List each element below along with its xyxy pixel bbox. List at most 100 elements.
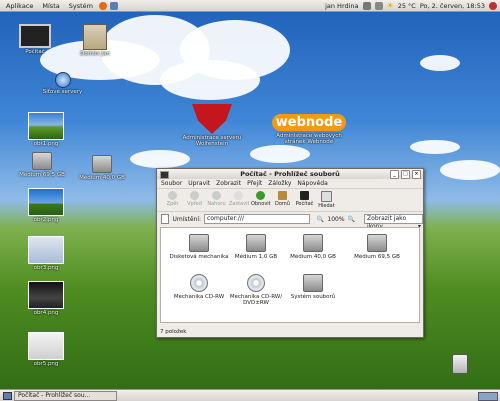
desktop-icon-drive[interactable]: Médium 40,0 GB bbox=[72, 155, 132, 181]
cloud-shape bbox=[410, 140, 460, 154]
desktop-icon-network[interactable]: Síťové servery bbox=[40, 72, 85, 95]
desktop-icon-label: obr5.png bbox=[33, 361, 59, 367]
file-item[interactable]: Systém souborů bbox=[283, 274, 343, 300]
window-title: Počítač - Prohlížeč souborů bbox=[240, 170, 340, 178]
menu-go[interactable]: Přejít bbox=[247, 180, 262, 187]
temperature[interactable]: 25 °C bbox=[398, 2, 416, 10]
image-thumbnail-icon bbox=[28, 112, 64, 140]
top-panel: Aplikace Místa Systém jan Hrdina ☀ 25 °C… bbox=[0, 0, 500, 12]
wolfenstein-logo-icon bbox=[192, 104, 232, 134]
desktop-icon-webnode[interactable]: webnode Administrace webových stránek We… bbox=[270, 114, 348, 145]
desktop-icon-file[interactable]: obr5.png bbox=[22, 332, 70, 367]
back-button[interactable]: Zpět bbox=[163, 189, 182, 207]
desktop-icon-label: obr4.png bbox=[33, 310, 59, 316]
file-item[interactable]: Médium 69,5 GB bbox=[347, 234, 407, 260]
file-item[interactable]: Médium 40,0 GB bbox=[283, 234, 343, 260]
cloud-shape bbox=[250, 145, 310, 163]
file-item[interactable]: Mechanika CD-RW/ DVD±RW bbox=[226, 274, 286, 306]
desktop-icon-file[interactable]: obr2.png bbox=[22, 188, 70, 223]
menu-edit[interactable]: Upravit bbox=[188, 180, 210, 187]
image-thumbnail-icon bbox=[28, 332, 64, 360]
desktop-icon-wolfenstein[interactable]: Administrace serveru Wolfenstein bbox=[180, 104, 244, 147]
desktop-icon-file[interactable]: obr1.png bbox=[22, 112, 70, 147]
hard-drive-icon bbox=[303, 234, 323, 252]
desktop-icon-label: obr2.png bbox=[33, 217, 59, 223]
location-input[interactable]: computer:/// bbox=[204, 214, 310, 224]
stop-button[interactable]: Zastavit bbox=[229, 189, 250, 207]
zoom-out-icon[interactable]: 🔍 bbox=[317, 216, 324, 223]
arrow-right-icon bbox=[190, 191, 199, 200]
desktop-icon-file[interactable]: obr3.png bbox=[22, 236, 70, 271]
status-bar: 7 položek bbox=[160, 329, 187, 335]
menu-system[interactable]: Systém bbox=[66, 2, 96, 10]
desktop-icon-computer[interactable]: Počítač bbox=[15, 24, 55, 55]
weather-sun-icon[interactable]: ☀ bbox=[387, 1, 394, 10]
location-toggle-icon[interactable] bbox=[161, 214, 170, 224]
menu-file[interactable]: Soubor bbox=[161, 180, 182, 187]
toolbar: Zpět Vpřed Nahoru Zastavit Obnovit Domů … bbox=[157, 188, 423, 212]
menu-bookmarks[interactable]: Záložky bbox=[268, 180, 291, 187]
menu-applications[interactable]: Aplikace bbox=[3, 2, 36, 10]
reload-button[interactable]: Obnovit bbox=[251, 189, 271, 207]
close-icon[interactable]: × bbox=[412, 170, 421, 179]
home-button[interactable]: Domů bbox=[273, 189, 292, 207]
menubar: Soubor Upravit Zobrazit Přejít Záložky N… bbox=[157, 179, 423, 188]
image-thumbnail-icon bbox=[28, 281, 64, 309]
hard-drive-icon bbox=[367, 234, 387, 252]
cd-drive-icon bbox=[190, 274, 208, 292]
search-icon bbox=[321, 191, 332, 202]
dvd-drive-icon bbox=[247, 274, 265, 292]
user-name[interactable]: jan Hrdina bbox=[325, 2, 358, 10]
desktop-icon-label: Administrace webových stránek Webnode bbox=[276, 133, 342, 145]
show-desktop-icon[interactable] bbox=[3, 392, 12, 400]
search-button[interactable]: Hledat bbox=[317, 189, 336, 209]
filesystem-drive-icon bbox=[303, 274, 323, 292]
hard-drive-icon bbox=[32, 152, 52, 170]
desktop-icon-drive[interactable]: Médium 69,5 GB bbox=[12, 152, 72, 178]
network-icon[interactable] bbox=[374, 1, 383, 10]
taskbar-window-button[interactable]: Počítač - Prohlížeč sou... bbox=[14, 390, 117, 401]
file-manager-window[interactable]: Počítač - Prohlížeč souborů _ □ × Soubor… bbox=[156, 168, 424, 338]
cloud-shape bbox=[420, 55, 460, 71]
minimize-icon[interactable]: _ bbox=[390, 170, 399, 179]
reload-button-label: Obnovit bbox=[251, 201, 271, 207]
computer-button[interactable]: Počítač bbox=[295, 189, 314, 207]
maximize-icon[interactable]: □ bbox=[401, 170, 410, 179]
mail-launcher-icon[interactable] bbox=[109, 1, 118, 10]
bottom-panel: Počítač - Prohlížeč sou... bbox=[0, 389, 500, 401]
search-button-label: Hledat bbox=[318, 203, 335, 209]
home-icon bbox=[278, 191, 287, 200]
zoom-level[interactable]: 100% bbox=[327, 216, 344, 223]
window-titlebar[interactable]: Počítač - Prohlížeč souborů _ □ × bbox=[157, 169, 423, 179]
file-item-label: Médium 1,0 GB bbox=[234, 254, 278, 260]
file-view[interactable]: Disketová mechanika Médium 1,0 GB Médium… bbox=[160, 227, 420, 323]
desktop-icon-home[interactable]: Domov Jan bbox=[75, 24, 115, 57]
desktop-icon-label: obr3.png bbox=[33, 265, 59, 271]
clock[interactable]: Po, 2. červen, 18:53 bbox=[420, 2, 485, 10]
desktop-icon-label: Administrace serveru Wolfenstein bbox=[182, 135, 242, 147]
file-item-label: Mechanika CD-RW bbox=[173, 294, 225, 300]
volume-icon[interactable] bbox=[362, 1, 371, 10]
shutdown-icon[interactable] bbox=[489, 1, 497, 10]
menu-view[interactable]: Zobrazit bbox=[216, 180, 241, 187]
view-mode-select[interactable]: Zobrazit jako ikony▾ bbox=[364, 214, 423, 230]
file-item[interactable]: Disketová mechanika bbox=[169, 234, 229, 260]
forward-button[interactable]: Vpřed bbox=[185, 189, 204, 207]
menu-places[interactable]: Místa bbox=[39, 2, 62, 10]
file-item[interactable]: Mechanika CD-RW bbox=[169, 274, 229, 300]
stop-icon bbox=[234, 191, 243, 200]
zoom-in-icon[interactable]: 🔍 bbox=[348, 216, 355, 223]
home-folder-icon bbox=[83, 24, 107, 50]
firefox-launcher-icon[interactable] bbox=[98, 1, 107, 10]
desktop-icon-label: Médium 69,5 GB bbox=[19, 172, 65, 178]
trash-icon[interactable] bbox=[452, 354, 468, 374]
hard-drive-icon bbox=[92, 155, 112, 173]
stop-button-label: Zastavit bbox=[229, 201, 250, 207]
up-button[interactable]: Nahoru bbox=[207, 189, 226, 207]
file-item[interactable]: Médium 1,0 GB bbox=[226, 234, 286, 260]
desktop-icon-label: Počítač bbox=[25, 49, 45, 55]
menu-help[interactable]: Nápověda bbox=[297, 180, 327, 187]
desktop-icon-file[interactable]: obr4.png bbox=[22, 281, 70, 316]
window-icon bbox=[160, 171, 169, 179]
desktop-icon-label: Domov Jan bbox=[80, 51, 110, 57]
